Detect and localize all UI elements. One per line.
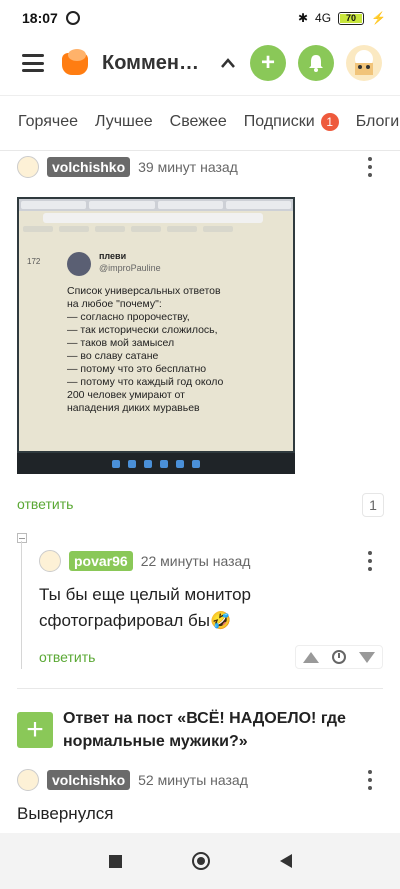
avatar[interactable] [39,550,61,572]
tab-best[interactable]: Лучшее [95,113,153,131]
photo-monitor: 172 плеви @improPauline Список универсал… [19,199,293,451]
more-options-icon[interactable] [367,157,373,177]
clock-icon[interactable] [331,650,346,664]
upvote-icon[interactable] [302,651,319,663]
status-time: 18:07 [22,10,58,26]
alarm-icon [65,11,80,25]
subscriptions-badge: 1 [320,112,339,131]
post-answer-title[interactable]: Ответ на пост «ВСЁ! НАДОЕЛО! где нормаль… [63,707,383,753]
avatar[interactable] [17,156,39,178]
tab-blogs[interactable]: Блоги [356,113,400,131]
back-icon[interactable] [279,854,292,868]
tab-hot[interactable]: Горячее [18,113,78,131]
comment-header: povar96 22 минуты назад [39,549,250,573]
more-options-icon[interactable] [367,551,373,571]
app-bar: Комментарии + [0,36,400,90]
replies-count[interactable]: 1 [362,493,384,517]
notifications-button[interactable] [298,45,334,81]
comment-photo[interactable]: 172 плеви @improPauline Список универсал… [17,197,295,474]
downvote-icon[interactable] [359,651,376,663]
expand-post-button[interactable]: + [17,712,53,748]
pikabu-logo[interactable] [60,47,92,79]
comment-author[interactable]: volchishko [47,157,131,177]
battery-level: 70 [340,13,363,23]
bluetooth-icon: ✱ [297,11,309,25]
comment-header: volchishko 39 минут назад [17,155,238,179]
comment-time: 22 минуты назад [140,553,251,569]
home-icon[interactable] [191,852,210,870]
network-label: 4G [315,11,332,25]
tweet-author: плеви [99,251,127,261]
comment-author[interactable]: volchishko [47,770,131,790]
reply-link[interactable]: ответить [17,496,73,512]
vote-controls [295,645,383,669]
status-icons: ✱ 4G 70 ⚡ [298,11,386,25]
reply-link[interactable]: ответить [39,649,95,665]
tab-subscriptions[interactable]: Подписки 1 [244,112,339,131]
tweet-text: Список универсальных ответов на любое "п… [67,285,224,414]
comment-time: 52 минуты назад [138,772,248,788]
comment-text: Вывернулся [17,804,114,823]
tweet-avatar [67,252,91,276]
tabs-divider [0,150,400,151]
bell-icon [309,55,323,72]
add-post-button[interactable]: + [250,45,286,81]
tweet-handle: @improPauline [99,263,161,273]
photo-taskbar [17,453,295,474]
collapse-thread-button[interactable] [17,533,27,543]
status-bar: 18:07 ✱ 4G 70 ⚡ [0,0,400,36]
user-avatar[interactable] [346,45,382,81]
comment-time: 39 минут назад [138,159,238,175]
comment-text: Ты бы еще целый монитор сфотографировал … [39,585,252,630]
menu-icon[interactable] [22,54,44,72]
comment-author[interactable]: povar96 [69,551,133,571]
more-options-icon[interactable] [367,770,373,790]
system-nav-bar [0,833,400,889]
feed-tabs: Горячее Лучшее Свежее Подписки 1 Блоги [0,95,400,147]
tab-fresh[interactable]: Свежее [170,113,227,131]
avatar[interactable] [17,769,39,791]
charging-icon: ⚡ [371,11,386,25]
page-title[interactable]: Комментарии [102,52,208,75]
comment-header: volchishko 52 минуты назад [17,768,248,792]
thread-line [21,541,22,669]
chevron-up-icon[interactable] [220,57,236,69]
recent-apps-icon[interactable] [108,854,122,868]
section-divider [17,688,383,689]
battery-icon: 70 [338,11,365,25]
